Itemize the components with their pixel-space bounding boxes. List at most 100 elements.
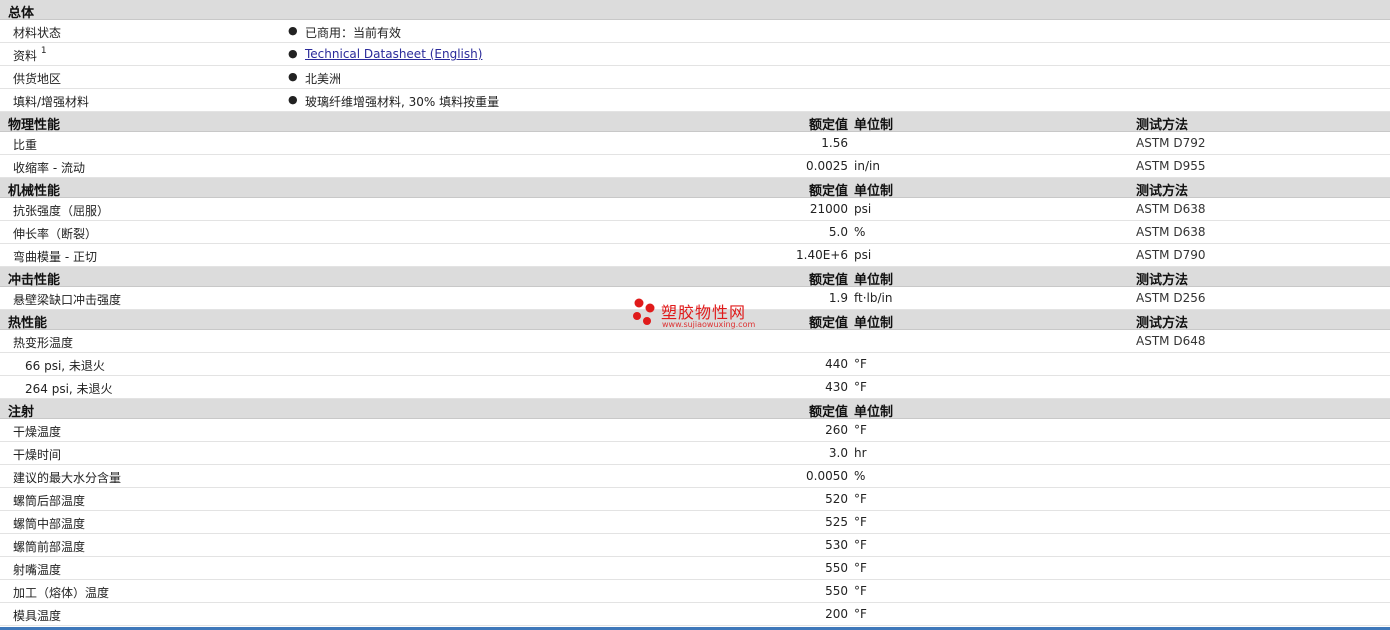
bullet-icon: ● xyxy=(288,24,298,37)
property-label-text: 供货地区 xyxy=(13,72,62,86)
general-row: 资料 1 ● Technical Datasheet (English) xyxy=(0,43,1390,66)
property-value: 玻璃纤维增强材料, 30% 填料按重量 xyxy=(305,95,500,109)
property-row: 螺筒中部温度 525 °F xyxy=(0,511,1390,534)
header-test-method: 测试方法 xyxy=(1136,184,1189,199)
header-value: 额定值 xyxy=(808,405,848,420)
property-value: 525 xyxy=(825,515,848,529)
general-row: 供货地区 ● 北美洲 xyxy=(0,66,1390,89)
property-value: 430 xyxy=(825,380,848,394)
watermark-url: www.sujiaowuxing.com xyxy=(662,320,756,329)
property-label: 螺筒中部温度 xyxy=(13,517,86,531)
property-label: 抗张强度（屈服） xyxy=(13,204,110,218)
property-row: 射嘴温度 550 °F xyxy=(0,557,1390,580)
test-method: ASTM D790 xyxy=(1136,248,1206,262)
header-value: 额定值 xyxy=(808,273,848,288)
property-unit: psi xyxy=(854,248,872,262)
property-row: 弯曲模量 - 正切 1.40E+6 psi ASTM D790 xyxy=(0,244,1390,267)
property-value: 0.0050 xyxy=(806,469,848,483)
section-title: 注射 xyxy=(8,405,35,420)
test-method: ASTM D955 xyxy=(1136,159,1206,173)
property-label: 材料状态 xyxy=(13,24,61,41)
property-unit: % xyxy=(854,469,866,483)
property-unit: °F xyxy=(854,561,867,575)
property-unit: °F xyxy=(854,492,867,506)
property-unit: °F xyxy=(854,380,867,394)
section-header: 机械性能 额定值 单位制 测试方法 xyxy=(0,178,1390,199)
property-row: 干燥温度 260 °F xyxy=(0,419,1390,442)
header-test-method: 测试方法 xyxy=(1136,316,1189,331)
test-method: ASTM D256 xyxy=(1136,291,1206,305)
property-value: 200 xyxy=(825,607,848,621)
property-value: 0.0025 xyxy=(806,159,848,173)
property-label: 悬壁梁缺口冲击强度 xyxy=(13,293,122,307)
property-value: 北美洲 xyxy=(305,72,342,86)
property-label: 收缩率 - 流动 xyxy=(13,161,85,175)
property-unit: ft·lb/in xyxy=(854,291,893,305)
property-label: 66 psi, 未退火 xyxy=(25,359,105,373)
site-watermark: 塑胶物性网 www.sujiaowuxing.com xyxy=(631,296,771,336)
property-label: 供货地区 xyxy=(13,70,61,87)
property-unit: °F xyxy=(854,584,867,598)
property-row: 抗张强度（屈服） 21000 psi ASTM D638 xyxy=(0,198,1390,221)
property-label: 干燥温度 xyxy=(13,425,62,439)
test-method: ASTM D638 xyxy=(1136,225,1206,239)
property-label-text: 填料/增强材料 xyxy=(13,95,90,109)
section-title: 物理性能 xyxy=(8,118,61,133)
header-test-method: 测试方法 xyxy=(1136,118,1189,133)
header-value: 额定值 xyxy=(808,316,848,331)
property-label: 264 psi, 未退火 xyxy=(25,382,113,396)
property-label: 建议的最大水分含量 xyxy=(13,471,122,485)
property-label: 模具温度 xyxy=(13,609,62,623)
property-unit: °F xyxy=(854,515,867,529)
property-unit: °F xyxy=(854,423,867,437)
property-unit: % xyxy=(854,225,866,239)
sections: 物理性能 额定值 单位制 测试方法 比重 1.56 ASTM D792 收缩率 - 流动 0.0… xyxy=(0,112,1390,626)
property-value: 1.9 xyxy=(828,291,848,305)
bullet-icon: ● xyxy=(288,93,298,106)
property-label-text: 资料 xyxy=(13,49,38,63)
property-value: 1.40E+6 xyxy=(796,248,848,262)
property-row: 收缩率 - 流动 0.0025 in/in ASTM D955 xyxy=(0,155,1390,178)
property-row: 螺筒后部温度 520 °F xyxy=(0,488,1390,511)
section-title: 热性能 xyxy=(8,316,48,331)
header-unit: 单位制 xyxy=(854,316,894,331)
property-value: 550 xyxy=(825,584,848,598)
header-unit: 单位制 xyxy=(854,118,894,133)
property-label: 填料/增强材料 xyxy=(13,93,89,110)
section-header-general: 总体 xyxy=(0,0,1390,21)
property-value: Technical Datasheet (English) xyxy=(305,47,482,61)
property-row: 66 psi, 未退火 440 °F xyxy=(0,353,1390,376)
bullet-icon: ● xyxy=(288,47,298,60)
property-value: 已商用：当前有效 xyxy=(305,26,402,40)
property-value: 5.0 xyxy=(828,225,848,239)
test-method: ASTM D638 xyxy=(1136,202,1206,216)
property-value: 1.56 xyxy=(821,136,848,150)
test-method: ASTM D648 xyxy=(1136,334,1206,348)
property-value: 550 xyxy=(825,561,848,575)
section-title: 总体 xyxy=(8,6,35,21)
section-header: 冲击性能 额定值 单位制 测试方法 xyxy=(0,267,1390,288)
property-row: 干燥时间 3.0 hr xyxy=(0,442,1390,465)
header-value: 额定值 xyxy=(808,118,848,133)
property-value: 520 xyxy=(825,492,848,506)
datasheet-link[interactable]: Technical Datasheet (English) xyxy=(305,47,482,61)
property-label: 射嘴温度 xyxy=(13,563,62,577)
property-label: 弯曲模量 - 正切 xyxy=(13,250,97,264)
property-label: 比重 xyxy=(13,138,38,152)
header-unit: 单位制 xyxy=(854,184,894,199)
property-unit: psi xyxy=(854,202,872,216)
general-rows: 材料状态 ● 已商用：当前有效 资料 1 ● Technical Datasheet (E… xyxy=(0,20,1390,112)
property-row: 加工（熔体）温度 550 °F xyxy=(0,580,1390,603)
property-value: 530 xyxy=(825,538,848,552)
property-label: 加工（熔体）温度 xyxy=(13,586,110,600)
property-row: 伸长率（断裂） 5.0% ASTM D638 xyxy=(0,221,1390,244)
property-row: 比重 1.56 ASTM D792 xyxy=(0,132,1390,155)
property-value: 21000 xyxy=(809,202,848,216)
watermark-logo-icon xyxy=(633,298,655,325)
property-row: 264 psi, 未退火 430 °F xyxy=(0,376,1390,399)
property-row: 建议的最大水分含量 0.0050% xyxy=(0,465,1390,488)
header-unit: 单位制 xyxy=(854,405,894,420)
general-row: 材料状态 ● 已商用：当前有效 xyxy=(0,20,1390,43)
bullet-icon: ● xyxy=(288,70,298,83)
property-value: 260 xyxy=(825,423,848,437)
